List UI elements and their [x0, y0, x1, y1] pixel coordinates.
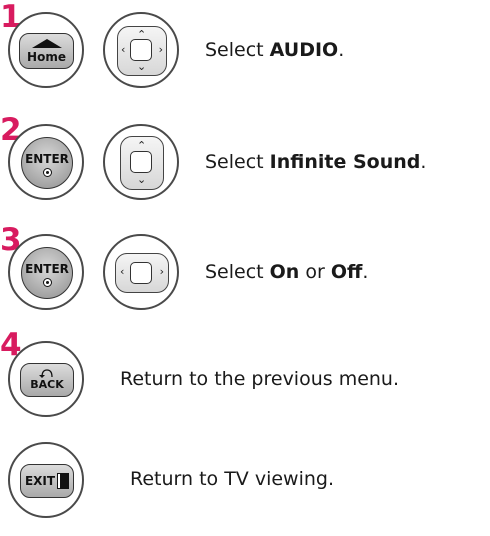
nav-pad-circle-1: ⌃ ⌄ ‹ › [103, 12, 179, 88]
home-button-label: Home [27, 50, 66, 64]
step-2-instruction: Select Infinite Sound. [205, 151, 427, 173]
nav-pad-horizontal[interactable]: ‹ › [115, 253, 169, 293]
exit-button[interactable]: EXIT [20, 464, 74, 498]
back-button-label: BACK [30, 378, 64, 391]
down-arrow-icon: ⌄ [137, 60, 147, 73]
nav-pad-vertical[interactable]: ⌃ ⌄ [120, 136, 164, 190]
step-4-instruction: Return to the previous menu. [120, 368, 400, 390]
step-3-instruction: Select On or Off. [205, 261, 369, 283]
left-arrow-icon: ‹ [121, 43, 126, 56]
nav-pad-four-way[interactable]: ⌃ ⌄ ‹ › [117, 26, 167, 76]
back-button[interactable]: BACK [20, 363, 74, 397]
home-roof-icon [32, 39, 62, 48]
enter-button[interactable]: ENTER [21, 137, 73, 189]
exit-instruction: Return to TV viewing. [130, 468, 335, 490]
down-arrow-icon: ⌄ [137, 173, 147, 186]
enter-button-label: ENTER [25, 262, 69, 276]
right-arrow-icon: › [158, 43, 163, 56]
home-button[interactable]: Home [19, 33, 74, 69]
enter-button-circle-2: ENTER [8, 124, 84, 200]
back-button-circle: BACK [8, 341, 84, 417]
enter-button-label: ENTER [25, 152, 69, 166]
nav-center-button[interactable] [130, 39, 152, 61]
nav-center-button[interactable] [130, 151, 152, 173]
up-arrow-icon: ⌃ [137, 139, 147, 152]
enter-button[interactable]: ENTER [21, 247, 73, 299]
nav-pad-circle-3: ‹ › [103, 234, 179, 310]
enter-dot-icon [43, 278, 52, 287]
enter-dot-icon [43, 168, 52, 177]
right-arrow-icon: › [159, 265, 164, 278]
enter-button-circle-3: ENTER [8, 234, 84, 310]
home-button-circle: Home [8, 12, 84, 88]
nav-pad-circle-2: ⌃ ⌄ [103, 124, 179, 200]
nav-center-button[interactable] [130, 262, 152, 284]
exit-button-circle: EXIT [8, 442, 84, 518]
left-arrow-icon: ‹ [120, 265, 125, 278]
back-curved-arrow-icon [39, 369, 53, 378]
exit-button-label: EXIT [24, 474, 56, 488]
door-icon [57, 473, 70, 489]
step-1-instruction: Select AUDIO. [205, 39, 345, 61]
